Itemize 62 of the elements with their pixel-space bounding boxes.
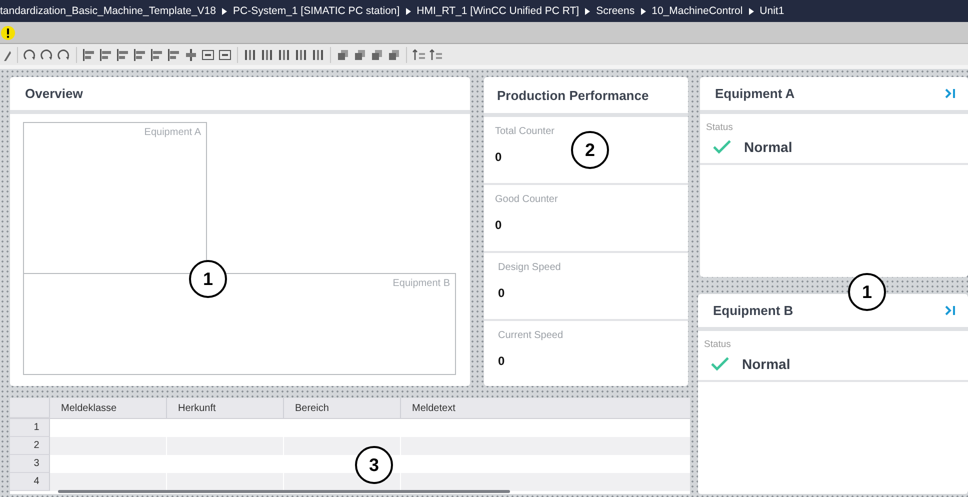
scrollbar[interactable] [58, 490, 510, 493]
align-icon[interactable] [82, 48, 96, 62]
column-header[interactable]: Bereich [284, 398, 401, 418]
metric-value: 0 [498, 286, 506, 300]
breadcrumb-item[interactable]: Unit1 [760, 5, 784, 17]
separator-icon [748, 8, 754, 14]
breadcrumb-item[interactable]: tandardization_Basic_Machine_Template_V18 [0, 5, 216, 17]
layer-icon[interactable] [387, 48, 401, 62]
distribute-icon[interactable] [294, 48, 308, 62]
row-number: 3 [10, 455, 50, 473]
collapse-icon[interactable] [945, 305, 956, 316]
separator-icon [585, 8, 590, 14]
status-label: Status [704, 339, 732, 350]
distribute-icon[interactable] [243, 48, 257, 62]
status-value: Normal [742, 356, 790, 372]
card-title: Equipment A [715, 86, 795, 101]
metric-value: 0 [495, 150, 503, 164]
rotate-icon[interactable] [23, 48, 37, 62]
status-value: Normal [744, 139, 792, 155]
separator-icon [222, 8, 227, 14]
row-number: 1 [10, 419, 50, 437]
metric-value: 0 [495, 218, 503, 232]
layer-icon[interactable] [353, 48, 367, 62]
metric-label: Good Counter [495, 194, 559, 205]
separator-icon [640, 8, 646, 14]
align-icon[interactable] [150, 48, 164, 62]
align-icon[interactable] [133, 48, 147, 62]
card-title: Production Performance [497, 88, 649, 102]
distribute-icon[interactable] [311, 48, 325, 62]
column-header[interactable]: Herkunft [167, 398, 284, 418]
breadcrumb-item[interactable]: 10_MachineControl [652, 5, 743, 17]
card-title: Equipment B [713, 303, 794, 318]
card-title: Overview [25, 86, 83, 101]
metric-label: Current Speed [498, 330, 564, 341]
align-icon[interactable] [99, 48, 113, 62]
distribute-icon[interactable] [260, 48, 274, 62]
layer-icon[interactable] [336, 48, 350, 62]
metric-label: Total Counter [495, 126, 556, 137]
box-icon[interactable] [201, 48, 215, 62]
breadcrumb-item[interactable]: HMI_RT_1 [WinCC Unified PC RT] [416, 5, 580, 17]
separator-icon [406, 8, 411, 14]
center-icon[interactable] [184, 48, 198, 62]
breadcrumb-item[interactable]: PC-System_1 [SIMATIC PC station] [232, 5, 400, 17]
status-label: Status [706, 122, 734, 133]
column-header[interactable]: Meldetext [401, 398, 690, 418]
warning-icon [1, 26, 15, 40]
align-icon[interactable] [167, 48, 181, 62]
row-number: 2 [10, 437, 50, 455]
metric-value: 0 [498, 354, 506, 368]
layer-icon[interactable] [370, 48, 384, 62]
align-icon[interactable] [116, 48, 130, 62]
box-icon[interactable] [218, 48, 232, 62]
rotate-icon[interactable] [40, 48, 54, 62]
distribute-icon[interactable] [277, 48, 291, 62]
order-icon[interactable] [412, 48, 426, 62]
column-header[interactable]: Meldeklasse [50, 398, 167, 418]
rotate-icon[interactable] [57, 48, 71, 62]
row-number: 4 [10, 473, 50, 491]
collapse-icon[interactable] [945, 88, 956, 99]
breadcrumb-item[interactable]: Screens [596, 5, 635, 17]
order-icon[interactable] [429, 48, 443, 62]
metric-label: Design Speed [498, 262, 562, 273]
